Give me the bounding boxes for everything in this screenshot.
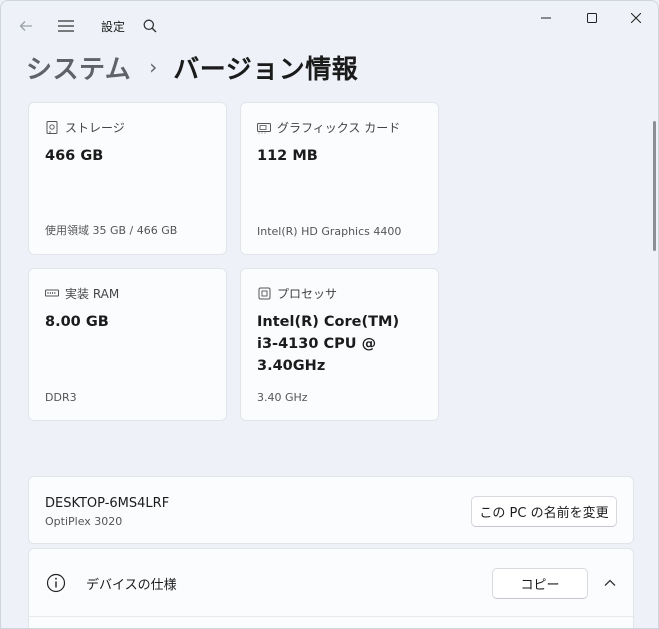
back-arrow-icon	[19, 21, 32, 31]
storage-icon	[45, 121, 59, 135]
device-specs-title: デバイスの仕様	[86, 578, 177, 593]
settings-window: 設定 システム › バージョン情報 ストレージ 466 GB 使用領域 35 G…	[0, 0, 659, 629]
search-button[interactable]	[137, 13, 163, 39]
graphics-memory-value: 112 MB	[257, 148, 318, 164]
device-name-panel: DESKTOP-6MS4LRF OptiPlex 3020 この PC の名前を…	[28, 476, 634, 544]
app-title: 設定	[101, 20, 126, 34]
title-bar: 設定	[1, 1, 658, 49]
device-specs-panel[interactable]: デバイスの仕様 コピー	[28, 548, 634, 628]
processor-value-line: Intel(R) Core(TM)	[257, 314, 400, 330]
page-title: バージョン情報	[173, 54, 359, 85]
scrollbar-thumb[interactable]	[653, 121, 656, 251]
graphics-card-label: グラフィックス カード	[277, 121, 401, 135]
storage-usage: 使用領域 35 GB / 466 GB	[45, 224, 178, 237]
rename-pc-button[interactable]: この PC の名前を変更	[471, 496, 617, 527]
ram-value: 8.00 GB	[45, 314, 109, 330]
processor-label: プロセッサ	[277, 287, 338, 301]
storage-label: ストレージ	[65, 121, 125, 135]
search-icon	[143, 19, 157, 33]
processor-value-line: i3-4130 CPU @	[257, 336, 377, 352]
close-icon	[631, 13, 641, 23]
maximize-button[interactable]	[569, 1, 615, 35]
processor-icon	[257, 287, 271, 301]
storage-card: ストレージ 466 GB 使用領域 35 GB / 466 GB	[28, 102, 227, 255]
storage-value: 466 GB	[45, 148, 104, 164]
minimize-icon	[541, 17, 551, 19]
graphics-card-icon	[257, 121, 271, 135]
maximize-icon	[587, 13, 597, 23]
minimize-button[interactable]	[523, 1, 569, 35]
chevron-up-icon[interactable]	[603, 576, 617, 590]
graphics-card-card: グラフィックス カード 112 MB Intel(R) HD Graphics …	[240, 102, 439, 255]
processor-speed: 3.40 GHz	[257, 391, 308, 404]
processor-value: Intel(R) Core(TM) i3-4130 CPU @ 3.40GHz	[257, 311, 399, 377]
ram-icon	[45, 287, 59, 301]
ram-card: 実装 RAM 8.00 GB DDR3	[28, 268, 227, 421]
breadcrumb-system-link[interactable]: システム	[26, 49, 131, 86]
device-name: DESKTOP-6MS4LRF	[45, 496, 170, 511]
breadcrumb-separator: ›	[149, 55, 158, 79]
divider	[29, 616, 633, 617]
ram-label: 実装 RAM	[65, 287, 120, 301]
navigation-menu-button[interactable]	[51, 13, 81, 39]
info-icon	[46, 573, 66, 593]
copy-button[interactable]: コピー	[492, 568, 588, 599]
breadcrumb: システム › バージョン情報	[26, 49, 358, 85]
hamburger-icon	[58, 20, 74, 32]
graphics-adapter-name: Intel(R) HD Graphics 4400	[257, 225, 402, 238]
device-model: OptiPlex 3020	[45, 515, 123, 528]
close-button[interactable]	[613, 1, 658, 35]
ram-type: DDR3	[45, 391, 77, 404]
processor-value-line: 3.40GHz	[257, 358, 326, 374]
processor-card: プロセッサ Intel(R) Core(TM) i3-4130 CPU @ 3.…	[240, 268, 439, 421]
back-button[interactable]	[11, 13, 41, 39]
